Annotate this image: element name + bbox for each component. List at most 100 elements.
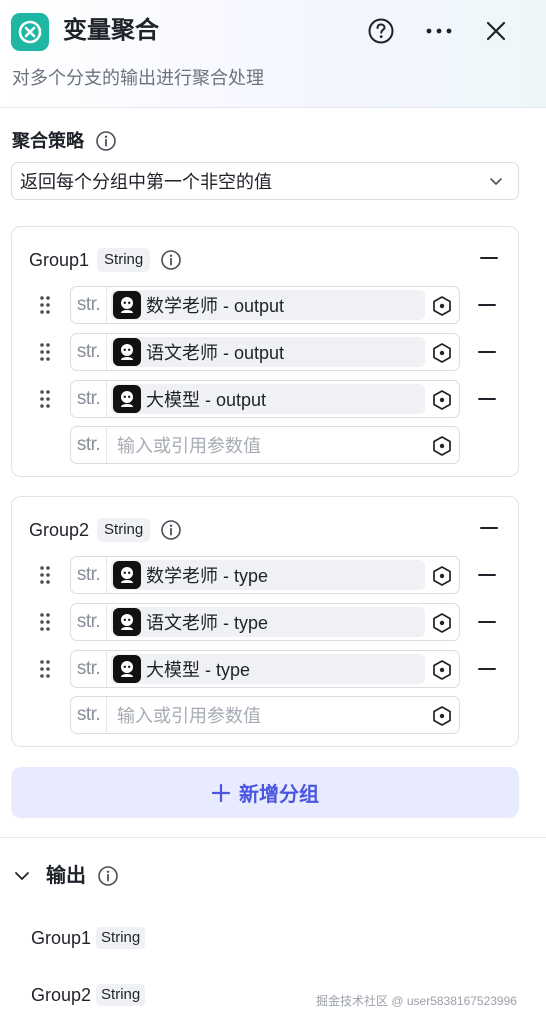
drag-handle-icon[interactable] [38, 389, 52, 409]
drag-handle-icon[interactable] [38, 565, 52, 585]
remove-variable-button[interactable] [478, 343, 496, 361]
variable-reference[interactable]: 大模型 - type [111, 654, 425, 684]
add-group-button[interactable]: 新增分组 [11, 767, 519, 818]
reference-node: 数学老师 [146, 296, 218, 316]
info-icon[interactable] [160, 249, 182, 271]
group-header: Group2 String [29, 517, 182, 543]
variable-field[interactable]: str. 语文老师 - output [70, 333, 460, 371]
group-header: Group1 String [29, 247, 182, 273]
variable-picker-icon [433, 706, 451, 726]
node-header: 变量聚合 对多个分支的输出进行聚合处理 [0, 0, 546, 108]
reference-node: 大模型 [146, 660, 200, 680]
chevron-down-icon [15, 872, 29, 880]
minus-icon [478, 398, 496, 400]
close-icon [486, 21, 506, 41]
reference-field: type [234, 566, 269, 586]
info-icon[interactable] [160, 519, 182, 541]
variable-input[interactable]: str. 输入或引用参数值 [70, 426, 460, 464]
variable-field[interactable]: str. 大模型 - type [70, 650, 460, 688]
reference-node: 语文老师 [146, 613, 218, 633]
output-name: Group2 [31, 984, 92, 1005]
remove-variable-button[interactable] [478, 296, 496, 314]
minus-icon [478, 351, 496, 353]
variable-field[interactable]: str. 数学老师 - output [70, 286, 460, 324]
variable-field[interactable]: str. 数学老师 - type [70, 556, 460, 594]
variable-picker-button[interactable] [431, 565, 453, 587]
reference-label: 语文老师 - type [146, 609, 268, 635]
variable-row: str. 数学老师 - type [12, 556, 520, 594]
node-avatar-icon [113, 561, 141, 589]
variable-picker-button[interactable] [431, 295, 453, 317]
watermark: 掘金技术社区 @ user5838167523996 [316, 994, 517, 1008]
reference-field: output [216, 390, 267, 410]
node-avatar-icon [113, 608, 141, 636]
variable-picker-icon [433, 343, 451, 363]
chevron-down-icon [490, 178, 502, 185]
output-name: Group1 [31, 927, 92, 948]
reference-field: output [234, 296, 285, 316]
info-icon[interactable] [97, 865, 119, 887]
variable-row-empty: str. 输入或引用参数值 [12, 426, 520, 464]
variable-picker-icon [433, 436, 451, 456]
variable-row: str. 语文老师 - type [12, 603, 520, 641]
help-icon [368, 18, 394, 44]
reference-field: type [234, 613, 269, 633]
type-tag: String [97, 518, 151, 542]
variable-picker-button[interactable] [431, 659, 453, 681]
variable-picker-button[interactable] [431, 342, 453, 364]
info-icon[interactable] [95, 130, 117, 152]
reference-field: output [234, 343, 285, 363]
variable-picker-icon [433, 566, 451, 586]
variable-field[interactable]: str. 大模型 - output [70, 380, 460, 418]
drag-handle-icon[interactable] [38, 612, 52, 632]
reference-separator: - [218, 296, 234, 316]
variable-reference[interactable]: 数学老师 - type [111, 560, 425, 590]
output-item: Group1 String [31, 925, 146, 951]
reference-separator: - [200, 390, 216, 410]
reference-node: 数学老师 [146, 566, 218, 586]
variable-reference[interactable]: 大模型 - output [111, 384, 425, 414]
output-item: Group2 String [31, 982, 146, 1008]
more-button[interactable] [422, 14, 456, 48]
remove-variable-button[interactable] [478, 566, 496, 584]
remove-variable-button[interactable] [478, 613, 496, 631]
help-button[interactable] [364, 14, 398, 48]
output-collapse-toggle[interactable] [12, 866, 32, 886]
node-avatar-icon [113, 338, 141, 366]
drag-handle-icon[interactable] [38, 342, 52, 362]
variable-field[interactable]: str. 语文老师 - type [70, 603, 460, 641]
node-avatar-icon [113, 385, 141, 413]
strategy-select[interactable]: 返回每个分组中第一个非空的值 [11, 162, 519, 200]
node-avatar-icon [113, 655, 141, 683]
drag-handle-icon[interactable] [38, 659, 52, 679]
variable-picker-button[interactable] [431, 435, 453, 457]
node-avatar-icon [113, 291, 141, 319]
add-group-label: 新增分组 [239, 784, 319, 806]
remove-variable-button[interactable] [478, 660, 496, 678]
node-title: 变量聚合 [63, 17, 159, 44]
variable-reference[interactable]: 语文老师 - type [111, 607, 425, 637]
variable-picker-icon [433, 613, 451, 633]
plus-icon [211, 783, 231, 802]
remove-variable-button[interactable] [478, 390, 496, 408]
reference-label: 大模型 - output [146, 386, 266, 412]
variable-picker-button[interactable] [431, 705, 453, 727]
variable-input[interactable]: str. 输入或引用参数值 [70, 696, 460, 734]
type-abbr: str. [71, 557, 107, 593]
close-button[interactable] [479, 14, 513, 48]
remove-group-button[interactable] [480, 249, 498, 267]
variable-picker-button[interactable] [431, 389, 453, 411]
remove-group-button[interactable] [480, 519, 498, 537]
variable-reference[interactable]: 数学老师 - output [111, 290, 425, 320]
variable-reference[interactable]: 语文老师 - output [111, 337, 425, 367]
reference-separator: - [218, 566, 234, 586]
variable-row: str. 数学老师 - output [12, 286, 520, 324]
variable-picker-button[interactable] [431, 612, 453, 634]
input-placeholder[interactable]: 输入或引用参数值 [117, 704, 261, 728]
minus-icon [480, 527, 498, 529]
type-tag: String [96, 984, 146, 1006]
reference-separator: - [218, 343, 234, 363]
input-placeholder[interactable]: 输入或引用参数值 [117, 434, 261, 458]
drag-handle-icon[interactable] [38, 295, 52, 315]
section-divider [0, 837, 546, 838]
